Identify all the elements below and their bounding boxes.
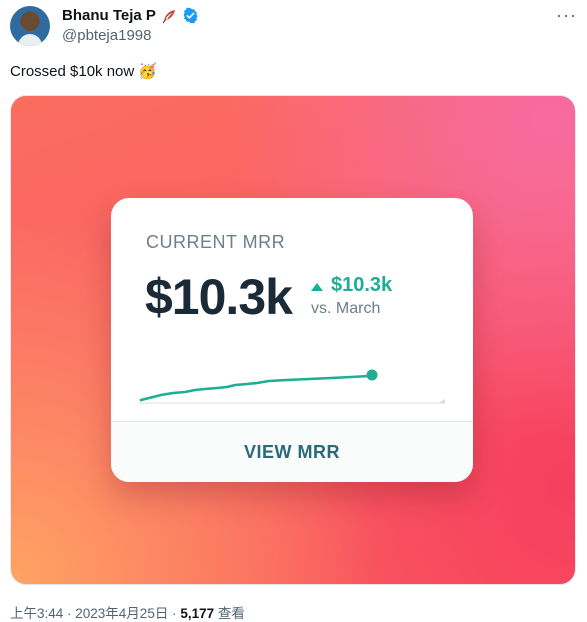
up-arrow-icon xyxy=(311,282,323,291)
tweet-media-image[interactable]: CURRENT MRR $10.3k $10.3k vs. March VIEW… xyxy=(10,95,576,585)
view-count: 5,177 xyxy=(180,606,215,621)
author-name[interactable]: Bhanu Teja P xyxy=(62,7,156,24)
author-handle[interactable]: @pbteja1998 xyxy=(62,27,151,44)
mrr-card: CURRENT MRR $10.3k $10.3k vs. March VIEW… xyxy=(111,198,473,482)
mrr-card-label: CURRENT MRR xyxy=(146,232,286,252)
avatar[interactable] xyxy=(10,6,50,46)
tweet-timestamp[interactable]: 上午3:44 · 2023年4月25日 · xyxy=(10,606,180,621)
feather-icon xyxy=(162,9,175,23)
verified-badge-icon[interactable] xyxy=(182,7,199,24)
author-name-row: Bhanu Teja P xyxy=(62,7,199,24)
mrr-comparison: vs. March xyxy=(311,300,381,317)
tweet-meta: 上午3:44 · 2023年4月25日 · 5,177 查看 xyxy=(10,602,245,622)
mrr-delta: $10.3k xyxy=(311,274,392,297)
mrr-delta-value: $10.3k xyxy=(331,274,393,296)
views-label: 查看 xyxy=(214,606,245,621)
mrr-trend-line xyxy=(139,373,373,402)
mrr-current-point xyxy=(366,369,378,381)
mrr-value: $10.3k xyxy=(145,269,293,325)
more-options-icon[interactable]: ··· xyxy=(556,6,577,24)
tweet-text: Crossed $10k now 🥳 xyxy=(10,63,158,80)
mrr-sparkline xyxy=(139,369,445,404)
view-mrr-button[interactable]: VIEW MRR xyxy=(111,422,473,482)
tweet-header: Bhanu Teja P @pbteja1998 ··· xyxy=(10,6,577,46)
